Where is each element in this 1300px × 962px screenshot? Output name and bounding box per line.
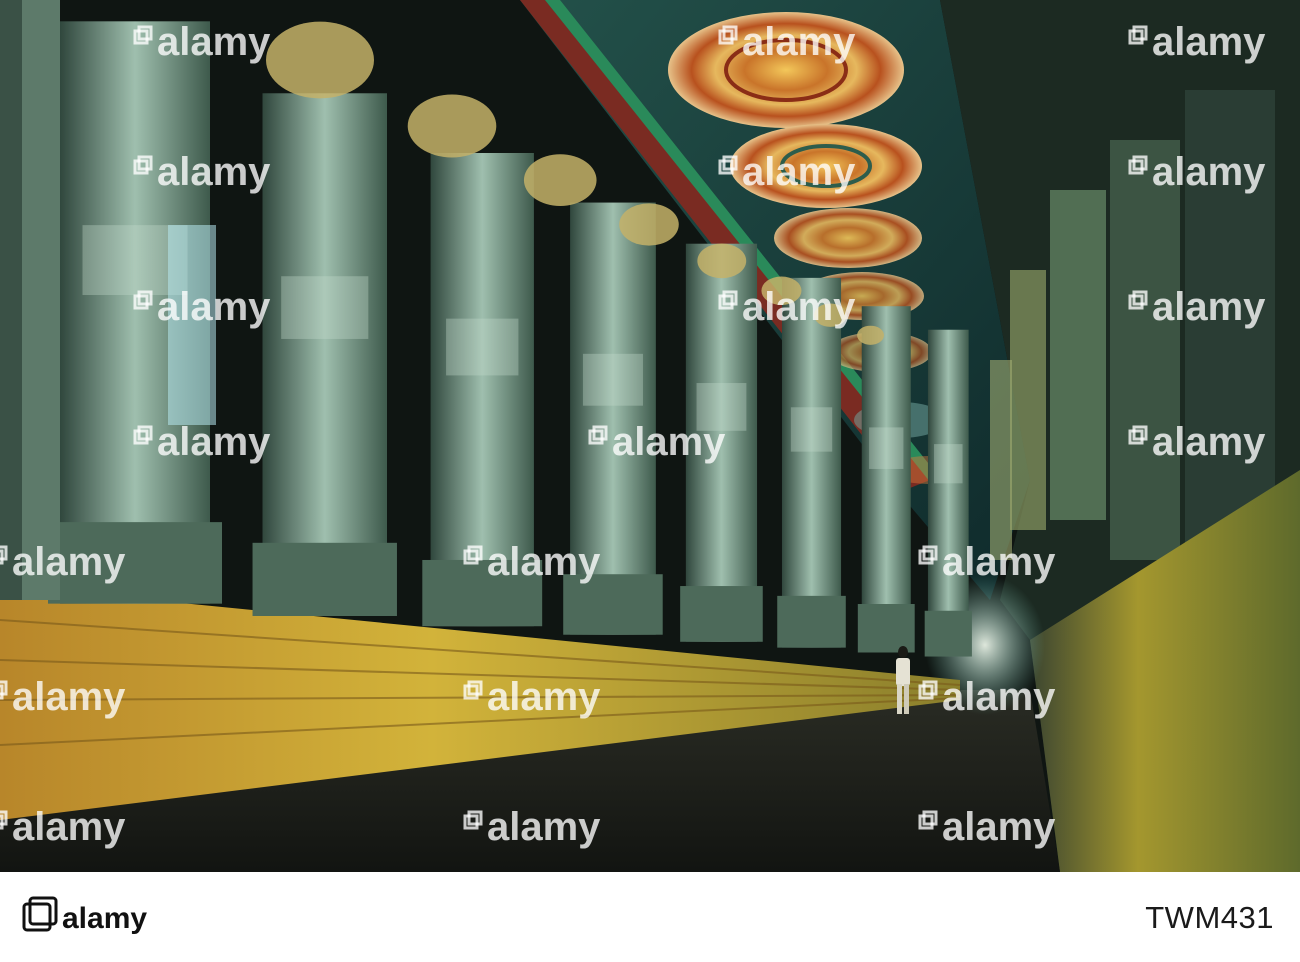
pillar-carving [934, 444, 963, 484]
pillar-carving [446, 318, 519, 376]
alamy-watermark: alamy [0, 540, 126, 584]
watermark-text: alamy [1152, 150, 1266, 194]
yali-bracket [697, 243, 747, 279]
watermark-text: alamy [157, 420, 271, 464]
watermark-text: alamy [157, 20, 271, 64]
watermark-text: alamy [1152, 20, 1266, 64]
pillar-carving [281, 276, 369, 339]
pillar-base [680, 586, 763, 642]
watermark-text: alamy [742, 20, 856, 64]
watermark-text: alamy [1152, 420, 1266, 464]
watermark-text: alamy [742, 150, 856, 194]
watermark-text: alamy [157, 285, 271, 329]
watermark-text: alamy [942, 675, 1056, 719]
pillar-base [857, 604, 915, 653]
person-leg [904, 684, 909, 714]
right-pillar [1010, 270, 1046, 530]
yali-bracket [857, 325, 884, 345]
alamy-watermark: alamy [0, 675, 126, 719]
yali-bracket [619, 203, 679, 246]
pillar-carving [790, 407, 833, 452]
person-head [898, 646, 908, 658]
footer-bar: alamy TWM431 [0, 872, 1300, 962]
watermark-text: alamy [742, 285, 856, 329]
watermark-text: alamy [942, 540, 1056, 584]
pillar-carving [869, 427, 904, 469]
colonnade-pillar [924, 329, 972, 657]
right-pillar [1050, 190, 1106, 520]
right-pillar [990, 360, 1012, 560]
alamy-watermark: alamy [0, 805, 126, 849]
yali-bracket [407, 94, 497, 158]
pillar-base [924, 610, 972, 657]
watermark-text: alamy [12, 675, 126, 719]
colonnade-pillar [857, 306, 915, 653]
pillar-shaft [861, 306, 911, 653]
yali-bracket [523, 154, 597, 206]
watermark-text: alamy [487, 675, 601, 719]
pillar-carving [582, 353, 643, 406]
watermark-text: alamy [157, 150, 271, 194]
person-leg [897, 684, 902, 714]
pillar-shaft [262, 93, 387, 616]
alamy-stack-icon [22, 896, 58, 932]
watermark-text: alamy [487, 805, 601, 849]
person-body [896, 658, 910, 686]
watermark-text: alamy [612, 420, 726, 464]
ceiling-mandala [774, 208, 922, 268]
yali-bracket [266, 21, 374, 99]
image-id-label: TWM431 [1145, 900, 1274, 935]
right-pillar [1110, 140, 1180, 560]
photo-canvas: alamy alamy alamy alamy alamy alamy alamy alamy… [0, 0, 1300, 872]
alamy-logo[interactable]: alamy [22, 892, 162, 942]
pillar-base [252, 542, 397, 616]
pillar-shaft [781, 277, 842, 648]
pillar-shaft [927, 329, 969, 657]
watermark-text: alamy [12, 805, 126, 849]
watermark-text: alamy [1152, 285, 1266, 329]
temple-corridor-photo: alamy alamy alamy alamy alamy alamy alamy alamy… [0, 0, 1300, 872]
pillar-base [777, 595, 846, 648]
left-edge-shadow [0, 0, 22, 600]
colonnade-pillar [252, 93, 397, 616]
brand-wordmark: alamy [62, 902, 147, 935]
colonnade-pillar [777, 277, 846, 648]
watermark-text: alamy [942, 805, 1056, 849]
watermark-text: alamy [487, 540, 601, 584]
watermark-text: alamy [12, 540, 126, 584]
